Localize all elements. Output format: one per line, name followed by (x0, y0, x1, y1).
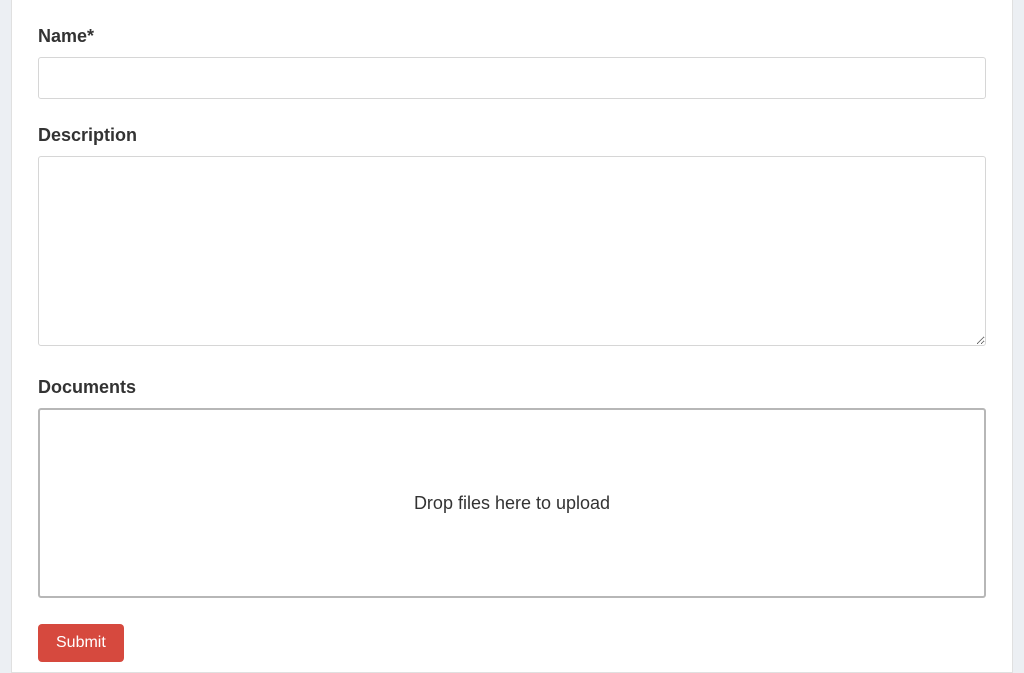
description-label: Description (38, 125, 986, 146)
page-wrapper: Name* Description Documents Drop files h… (0, 0, 1024, 673)
name-label: Name* (38, 26, 986, 47)
submit-button[interactable]: Submit (38, 624, 124, 662)
description-group: Description (38, 125, 986, 351)
name-input[interactable] (38, 57, 986, 99)
documents-group: Documents Drop files here to upload (38, 377, 986, 598)
dropzone-text: Drop files here to upload (414, 493, 610, 514)
description-textarea[interactable] (38, 156, 986, 346)
name-group: Name* (38, 26, 986, 99)
form-panel: Name* Description Documents Drop files h… (11, 0, 1013, 673)
documents-dropzone[interactable]: Drop files here to upload (38, 408, 986, 598)
documents-label: Documents (38, 377, 986, 398)
